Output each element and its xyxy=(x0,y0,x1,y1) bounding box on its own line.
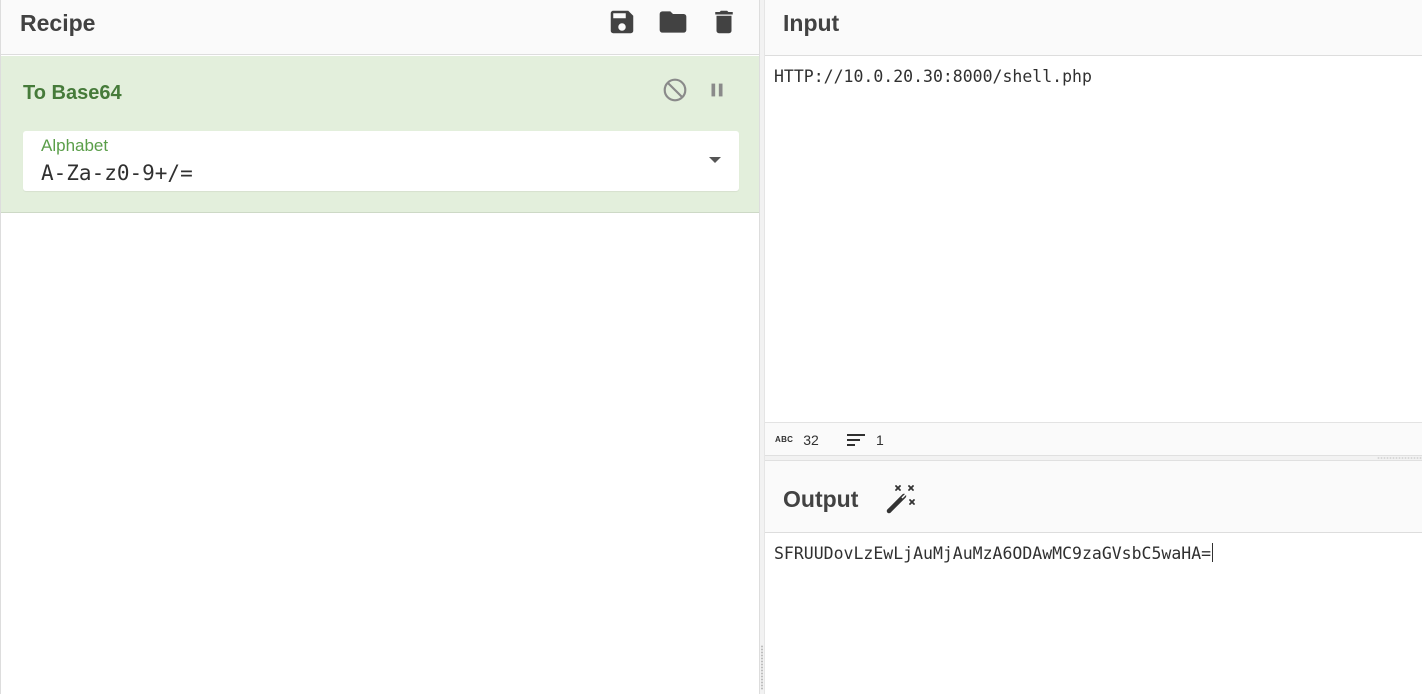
input-lines-value: 1 xyxy=(876,431,884,448)
clear-recipe-button[interactable] xyxy=(707,5,741,39)
disable-operation-button[interactable] xyxy=(661,76,689,104)
breakpoint-button[interactable] xyxy=(703,76,731,104)
alphabet-select[interactable]: Alphabet A-Za-z0-9+/= xyxy=(23,131,739,191)
disable-icon xyxy=(663,78,687,102)
recipe-header: Recipe xyxy=(1,0,760,55)
recipe-panel: Recipe To Base64 Alphabet A-Za-z0-9+/= xyxy=(0,0,760,694)
alphabet-label: Alphabet xyxy=(41,136,109,155)
folder-icon xyxy=(659,11,687,33)
output-title: Output xyxy=(783,486,859,512)
magic-wand-icon xyxy=(886,485,915,514)
trash-icon xyxy=(715,10,733,34)
operation-to-base64[interactable]: To Base64 Alphabet A-Za-z0-9+/= xyxy=(1,56,760,213)
operation-title: To Base64 xyxy=(23,82,122,104)
input-lines-stat: 1 xyxy=(847,423,884,456)
load-recipe-button[interactable] xyxy=(656,5,690,39)
save-icon xyxy=(610,10,634,34)
abc-icon: ABC xyxy=(775,435,794,444)
chevron-down-icon xyxy=(709,157,721,163)
save-recipe-button[interactable] xyxy=(605,5,639,39)
input-textarea[interactable] xyxy=(765,56,1422,422)
pause-icon xyxy=(711,83,723,97)
alphabet-value: A-Za-z0-9+/= xyxy=(41,161,193,185)
output-text[interactable]: SFRUUDovLzEwLjAuMjAuMzA6ODAwMC9zaGVsbC5w… xyxy=(765,533,1422,694)
input-length-stat: ABC 32 xyxy=(775,423,819,456)
recipe-title: Recipe xyxy=(20,10,96,36)
input-header: Input xyxy=(765,0,1422,56)
output-value: SFRUUDovLzEwLjAuMjAuMzA6ODAwMC9zaGVsbC5w… xyxy=(774,544,1212,563)
lines-icon xyxy=(847,433,865,446)
input-status-bar: ABC 32 1 xyxy=(765,422,1422,455)
input-title: Input xyxy=(783,10,840,36)
magic-button[interactable] xyxy=(883,481,919,517)
input-length-value: 32 xyxy=(803,431,819,448)
output-header: Output xyxy=(765,461,1422,533)
